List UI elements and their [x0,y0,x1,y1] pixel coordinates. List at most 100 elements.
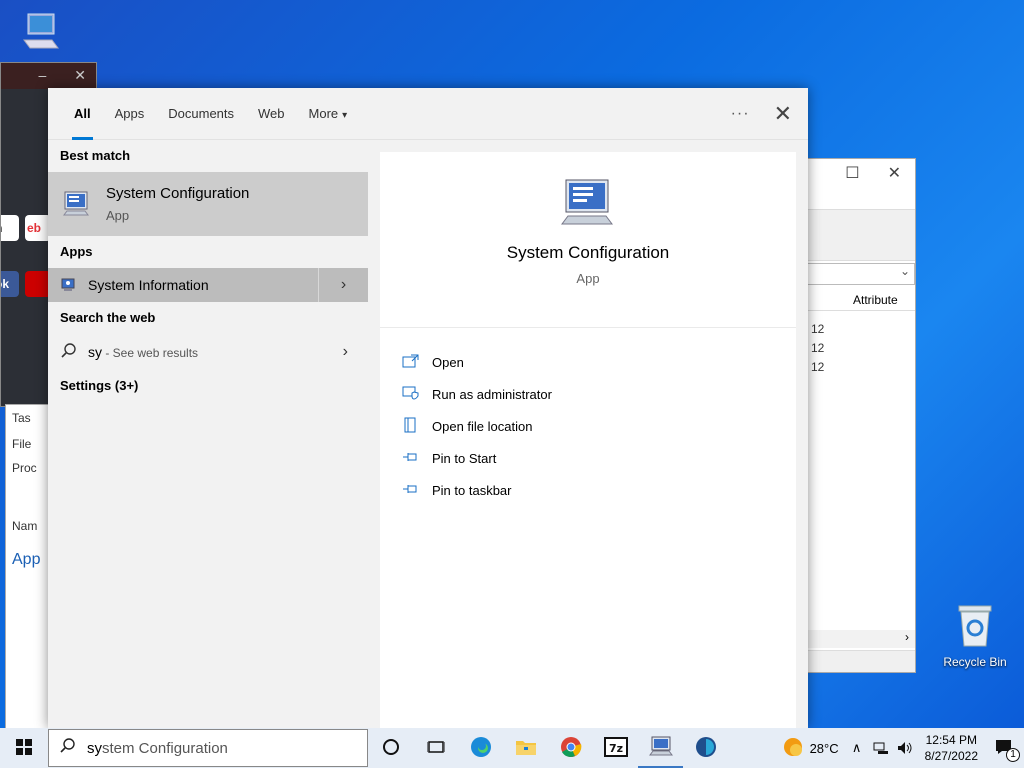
action-open-file-location[interactable]: Open file location [380,410,796,442]
recycle-bin-icon [935,602,1015,651]
open-icon [402,354,420,371]
tab-more[interactable]: More ▾ [297,88,360,140]
app-result-label: System Information [88,277,209,293]
results-pane: Best match System Configuration App Apps… [48,140,368,728]
windows-logo-icon [16,738,32,758]
task-manager-group-apps: App [12,551,41,568]
search-icon [60,342,78,363]
settings-heading[interactable]: Settings (3+) [48,370,368,402]
system-configuration-icon [560,179,616,231]
best-match-item[interactable]: System Configuration App [48,172,368,236]
svg-text:7z: 7z [608,742,622,755]
task-manager-tab-processes[interactable]: Proc [6,461,48,475]
explorer-address-bar[interactable]: ⌄ [807,263,915,285]
search-web-heading: Search the web [60,310,156,325]
close-icon[interactable]: ✕ [74,67,86,85]
close-icon[interactable]: ✕ [774,101,792,127]
tab-label: Web [258,105,285,121]
list-item[interactable]: 12 [807,319,915,338]
action-label: Run as administrator [432,386,552,402]
background-task-manager-window[interactable]: Tas File Proc Nam App [5,404,49,734]
explorer-status-bar [807,650,915,672]
recycle-bin-desktop-icon[interactable]: Recycle Bin [935,602,1015,669]
action-open[interactable]: Open [380,346,796,378]
weather-icon[interactable] [782,736,804,761]
edge-icon [470,736,492,761]
tab-label: More [308,105,339,121]
taskbar-edge[interactable] [458,728,503,768]
start-button[interactable] [0,728,48,768]
7zip-icon: 7z [603,736,628,760]
this-pc-desktop-icon[interactable] [0,10,80,61]
app-result-system-information[interactable]: System Information › [48,268,368,302]
tab-label: Documents [168,105,235,121]
chevron-right-icon[interactable]: › [318,268,368,302]
action-label: Pin to taskbar [432,482,512,498]
list-item[interactable]: 12 [807,357,915,376]
task-manager-menu-file[interactable]: File [6,437,48,451]
taskbar-search-input[interactable]: system Configuration [48,729,368,767]
app-icon [695,736,717,761]
action-pin-to-start[interactable]: Pin to Start [380,442,796,474]
system-information-icon [60,276,76,295]
chevron-up-icon[interactable]: ∧ [845,740,869,756]
horizontal-scrollbar[interactable]: › [807,630,915,648]
explorer-column-header[interactable]: Attribute [807,287,915,311]
taskbar-file-explorer[interactable] [503,728,548,768]
task-view-button[interactable] [413,728,458,768]
search-suggestion-text: stem Configuration [102,739,228,757]
chrome-icon [560,736,582,761]
task-manager-column-name[interactable]: Nam [6,519,48,533]
action-pin-to-taskbar[interactable]: Pin to taskbar [380,474,796,506]
action-run-as-administrator[interactable]: Run as administrator [380,378,796,410]
task-manager-title: Tas [12,411,31,425]
preview-header: System Configuration App [380,152,796,328]
preview-actions: Open Run as administrator Open file loca… [380,328,796,506]
taskbar-7zip[interactable]: 7z [593,728,638,768]
folder-icon [515,737,537,760]
best-match-title: System Configuration [106,185,250,202]
taskbar-app[interactable] [683,728,728,768]
best-match-subtitle: App [106,208,130,223]
minimize-icon[interactable]: – [38,67,46,85]
tab-web[interactable]: Web [246,88,297,140]
recycle-bin-label: Recycle Bin [943,655,1007,669]
browser-tile[interactable]: n [1,215,19,241]
taskbar-system-configuration[interactable] [638,728,683,768]
chevron-right-icon: › [342,343,348,360]
notifications-button[interactable]: 1 [992,739,1020,762]
explorer-titlebar: ☐ ✕ [807,159,915,209]
tab-documents[interactable]: Documents [156,88,246,140]
volume-icon[interactable] [893,741,917,755]
network-icon[interactable] [869,741,893,755]
tab-label: Apps [114,105,145,121]
clock-date: 8/27/2022 [924,749,978,763]
close-icon[interactable]: ✕ [888,163,901,205]
search-icon [59,737,77,759]
cortana-button[interactable] [368,728,413,768]
background-explorer-window[interactable]: ☐ ✕ ⌄ Attribute 12 12 12 › [806,158,916,673]
weather-temperature[interactable]: 28°C [810,741,839,756]
file-location-icon [402,417,420,436]
search-typed-text: sy [87,739,102,757]
system-configuration-icon [62,189,90,220]
tab-all[interactable]: All [62,88,103,140]
web-query: sy [88,344,102,360]
chevron-right-icon[interactable]: › [905,630,909,644]
pin-icon [402,450,420,467]
web-search-result[interactable]: sy - See web results › [48,334,368,370]
browser-tile[interactable]: ok [1,271,19,297]
notification-count-badge: 1 [1006,747,1020,762]
taskbar-chrome[interactable] [548,728,593,768]
chevron-down-icon: ▾ [342,109,348,121]
system-tray: 28°C ∧ 12:54 PM 8/27/2022 1 [782,728,1024,768]
preview-pane: System Configuration App Open Run as adm… [380,152,796,728]
action-label: Open file location [432,418,533,434]
clock[interactable]: 12:54 PM 8/27/2022 [925,732,978,764]
clock-time: 12:54 PM [925,733,977,747]
list-item[interactable]: 12 [807,338,915,357]
tab-apps[interactable]: Apps [103,88,157,140]
more-options-icon[interactable]: ··· [731,105,750,123]
maximize-icon[interactable]: ☐ [845,163,859,205]
cortana-circle-icon [382,738,400,759]
